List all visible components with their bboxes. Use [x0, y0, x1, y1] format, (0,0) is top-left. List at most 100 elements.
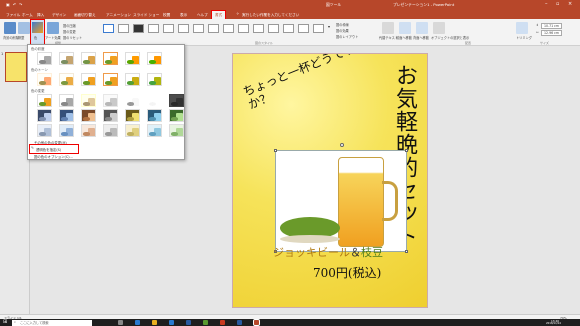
picture-style-11[interactable]: [253, 24, 264, 33]
height-input[interactable]: 10.71 cm: [541, 23, 562, 29]
tell-me-box[interactable]: 実行したい作業を入力してください: [242, 11, 299, 19]
recolor-swatch-6[interactable]: [147, 94, 162, 107]
picture-style-10[interactable]: [238, 24, 249, 33]
minimize-icon[interactable]: –: [545, 1, 548, 7]
picture-style-12[interactable]: [268, 24, 279, 33]
tone-swatch-5[interactable]: [125, 73, 140, 86]
picture-style-14[interactable]: [298, 24, 309, 33]
color-button[interactable]: 色: [30, 19, 45, 46]
saturation-swatch-2[interactable]: [59, 52, 74, 65]
picture-style-9[interactable]: [223, 24, 234, 33]
remove-background-icon[interactable]: [4, 22, 16, 34]
recolor-swatch-16[interactable]: [59, 124, 74, 137]
recolor-swatch-2[interactable]: [59, 94, 74, 107]
change-picture-button[interactable]: 図の変更: [63, 29, 76, 34]
gallery-more-icon[interactable]: ▾: [328, 24, 330, 29]
recolor-swatch-15[interactable]: [37, 124, 52, 137]
rotate-handle[interactable]: [340, 143, 344, 147]
word-icon[interactable]: [237, 320, 242, 325]
saturation-swatch-5[interactable]: [125, 52, 140, 65]
saturation-swatch-3[interactable]: [81, 52, 96, 65]
selection-pane-icon[interactable]: [433, 22, 445, 34]
recolor-swatch-8[interactable]: [37, 109, 52, 122]
picture-style-1[interactable]: [103, 24, 114, 33]
picture-style-15[interactable]: [313, 24, 324, 33]
reset-picture-button[interactable]: 図のリセット: [63, 35, 82, 40]
tone-swatch-2[interactable]: [59, 73, 74, 86]
art-effects-icon[interactable]: [47, 22, 59, 34]
picture-style-2[interactable]: [118, 24, 129, 33]
redo-icon[interactable]: ↷: [19, 2, 22, 7]
beer-edamame-picture[interactable]: [274, 143, 408, 253]
slide-item-line[interactable]: ジョッキビール＆枝豆: [273, 244, 423, 260]
slide[interactable]: お気軽晩酌セット ちょっと一杯どうですか？ ジョッキビール＆枝豆 700円(税込…: [232, 53, 428, 308]
recolor-swatch-21[interactable]: [169, 124, 184, 137]
set-transparent-color-item[interactable]: ✎ 透明色を指定(S): [29, 144, 79, 154]
windows-start-icon[interactable]: ⊞: [3, 319, 7, 325]
taskbar-search-box[interactable]: ⌕ ここに入力して検索: [12, 319, 92, 326]
recolor-swatch-19[interactable]: [125, 124, 140, 137]
recolor-swatch-17[interactable]: [81, 124, 96, 137]
powerpoint-icon[interactable]: [253, 319, 260, 326]
file-explorer-icon[interactable]: [152, 320, 157, 325]
recolor-swatch-10[interactable]: [81, 109, 96, 122]
compress-button[interactable]: 図の圧縮: [63, 23, 76, 28]
tab-animations[interactable]: アニメーション: [106, 11, 131, 19]
resize-handle-tl[interactable]: [274, 149, 277, 152]
recolor-swatch-11[interactable]: [103, 109, 118, 122]
picture-color-options-item[interactable]: 図の色のオプション(C)...: [34, 154, 73, 159]
tab-design[interactable]: デザイン: [52, 11, 66, 19]
saturation-swatch-1[interactable]: [37, 52, 52, 65]
recolor-swatch-14[interactable]: [169, 109, 184, 122]
tone-swatch-4[interactable]: [103, 73, 118, 86]
tab-file[interactable]: ファイル: [6, 11, 20, 19]
app-icon-red[interactable]: [220, 320, 225, 325]
saturation-swatch-6[interactable]: [147, 52, 162, 65]
picture-style-5[interactable]: [163, 24, 174, 33]
recolor-swatch-12[interactable]: [125, 109, 140, 122]
recolor-swatch-4[interactable]: [103, 94, 118, 107]
task-view-icon[interactable]: [118, 320, 123, 325]
width-input[interactable]: 12.96 cm: [541, 30, 562, 36]
tone-swatch-6[interactable]: [147, 73, 162, 86]
picture-effects-button[interactable]: 図の効果: [336, 28, 349, 33]
tone-swatch-3[interactable]: [81, 73, 96, 86]
tab-slideshow[interactable]: スライド ショー: [133, 11, 159, 19]
tab-view[interactable]: 表示: [180, 11, 187, 19]
crop-icon[interactable]: [516, 22, 528, 34]
corrections-icon[interactable]: [18, 22, 30, 34]
send-backward-icon[interactable]: [416, 22, 428, 34]
recolor-swatch-3[interactable]: [81, 94, 96, 107]
tab-transitions[interactable]: 画面切り替え: [74, 11, 96, 19]
save-icon[interactable]: ▣: [6, 2, 10, 7]
picture-style-7[interactable]: [193, 24, 204, 33]
slide-price-text[interactable]: 700円(税込): [313, 264, 381, 281]
mail-icon[interactable]: [186, 320, 191, 325]
picture-border-button[interactable]: 図の枠線: [336, 22, 349, 27]
tab-review[interactable]: 校閲: [163, 11, 170, 19]
edge-icon[interactable]: [135, 320, 140, 325]
picture-style-13[interactable]: [283, 24, 294, 33]
saturation-swatch-4[interactable]: [103, 52, 118, 65]
undo-icon[interactable]: ↶: [13, 2, 16, 7]
recolor-swatch-18[interactable]: [103, 124, 118, 137]
close-icon[interactable]: ×: [568, 1, 572, 7]
tab-insert[interactable]: 挿入: [37, 11, 44, 19]
slide-thumbnail[interactable]: [5, 52, 27, 82]
recolor-swatch-13[interactable]: [147, 109, 162, 122]
recolor-swatch-9[interactable]: [59, 109, 74, 122]
alt-text-icon[interactable]: [382, 22, 394, 34]
tab-format[interactable]: 書式: [210, 10, 227, 20]
recolor-swatch-20[interactable]: [147, 124, 162, 137]
recolor-swatch-7[interactable]: [169, 94, 184, 107]
maximize-icon[interactable]: ▫: [556, 1, 559, 7]
picture-layout-button[interactable]: 図のレイアウト: [336, 34, 358, 39]
bring-forward-icon[interactable]: [399, 22, 411, 34]
tab-help[interactable]: ヘルプ: [197, 11, 208, 19]
recolor-swatch-5[interactable]: [125, 94, 140, 107]
tone-swatch-1[interactable]: [37, 73, 52, 86]
app-icon-green[interactable]: [203, 320, 208, 325]
recolor-swatch-1[interactable]: [37, 94, 52, 107]
picture-style-4[interactable]: [148, 24, 159, 33]
picture-style-8[interactable]: [208, 24, 219, 33]
